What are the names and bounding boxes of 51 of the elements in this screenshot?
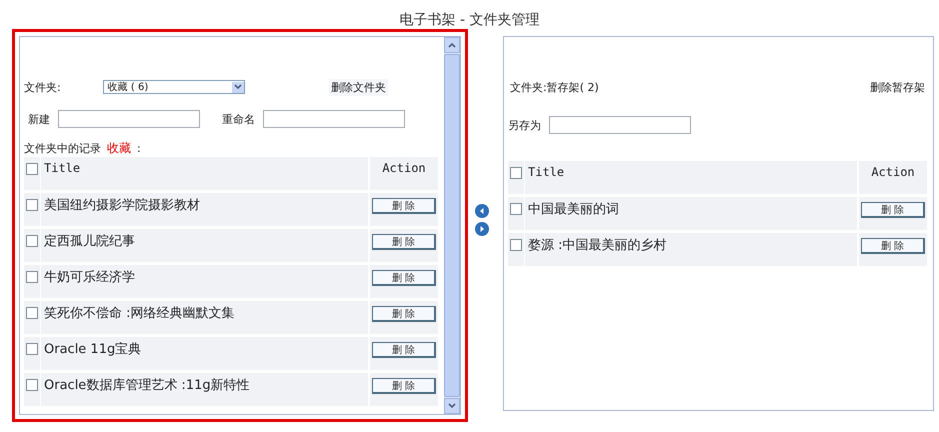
scrollbar[interactable] bbox=[444, 37, 460, 414]
rename-label: 重命名 bbox=[222, 112, 255, 126]
folder-name: 收藏 bbox=[107, 140, 131, 156]
page-title: 电子书架 - 文件夹管理 bbox=[400, 11, 540, 29]
book-title: 美国纽约摄影学院摄影教材 bbox=[41, 193, 368, 226]
colon-label: : bbox=[137, 142, 141, 154]
folder-select[interactable]: 收藏 ( 6) bbox=[102, 80, 245, 94]
delete-button[interactable]: 删 除 bbox=[372, 270, 436, 286]
move-right-icon[interactable] bbox=[475, 222, 489, 236]
rename-field[interactable] bbox=[263, 110, 405, 128]
delete-button[interactable]: 删 除 bbox=[372, 378, 436, 394]
new-folder-field[interactable] bbox=[58, 110, 200, 128]
book-title: 中国最美丽的词 bbox=[525, 197, 857, 230]
delete-button[interactable]: 删 除 bbox=[861, 238, 925, 254]
new-folder-label: 新建 bbox=[28, 112, 50, 126]
book-title: 定西孤儿院纪事 bbox=[41, 229, 368, 262]
save-as-field[interactable] bbox=[549, 116, 691, 134]
delete-button[interactable]: 删 除 bbox=[861, 202, 925, 218]
folder-label: 文件夹: bbox=[24, 80, 61, 94]
column-header: Title bbox=[41, 157, 368, 190]
row-checkbox[interactable] bbox=[26, 379, 38, 391]
column-header: Action bbox=[382, 161, 426, 175]
book-title: Oracle数据库管理艺术 :11g新特性 bbox=[41, 373, 368, 406]
folder-label: 文件夹:暂存架( 2) bbox=[510, 80, 599, 94]
delete-button[interactable]: 删 除 bbox=[372, 306, 436, 322]
select-all-checkbox[interactable] bbox=[26, 163, 38, 175]
column-header: Action bbox=[871, 165, 915, 179]
move-left-icon[interactable] bbox=[475, 204, 489, 218]
book-title: Oracle 11g宝典 bbox=[41, 337, 368, 370]
row-checkbox[interactable] bbox=[26, 199, 38, 211]
row-checkbox[interactable] bbox=[26, 307, 38, 319]
delete-folder-link[interactable]: 删除文件夹 bbox=[329, 78, 388, 96]
delete-shelf-link[interactable]: 删除暂存架 bbox=[868, 78, 927, 96]
row-checkbox[interactable] bbox=[26, 235, 38, 247]
delete-button[interactable]: 删 除 bbox=[372, 234, 436, 250]
book-title: 牛奶可乐经济学 bbox=[41, 265, 368, 298]
column-header: Title bbox=[525, 161, 857, 194]
row-checkbox[interactable] bbox=[26, 271, 38, 283]
select-all-checkbox[interactable] bbox=[510, 167, 522, 179]
save-as-label: 另存为 bbox=[508, 118, 541, 132]
delete-button[interactable]: 删 除 bbox=[372, 198, 436, 214]
row-checkbox[interactable] bbox=[26, 343, 38, 355]
row-checkbox[interactable] bbox=[510, 203, 522, 215]
book-title: 婺源 :中国最美丽的乡村 bbox=[525, 233, 857, 266]
scroll-down-icon bbox=[448, 403, 456, 409]
records-label: 文件夹中的记录 bbox=[24, 140, 101, 156]
book-title: 笑死你不偿命 :网络经典幽默文集 bbox=[41, 301, 368, 334]
scroll-up-icon bbox=[448, 42, 456, 48]
row-checkbox[interactable] bbox=[510, 239, 522, 251]
caret-icon bbox=[234, 84, 242, 90]
delete-button[interactable]: 删 除 bbox=[372, 342, 436, 358]
